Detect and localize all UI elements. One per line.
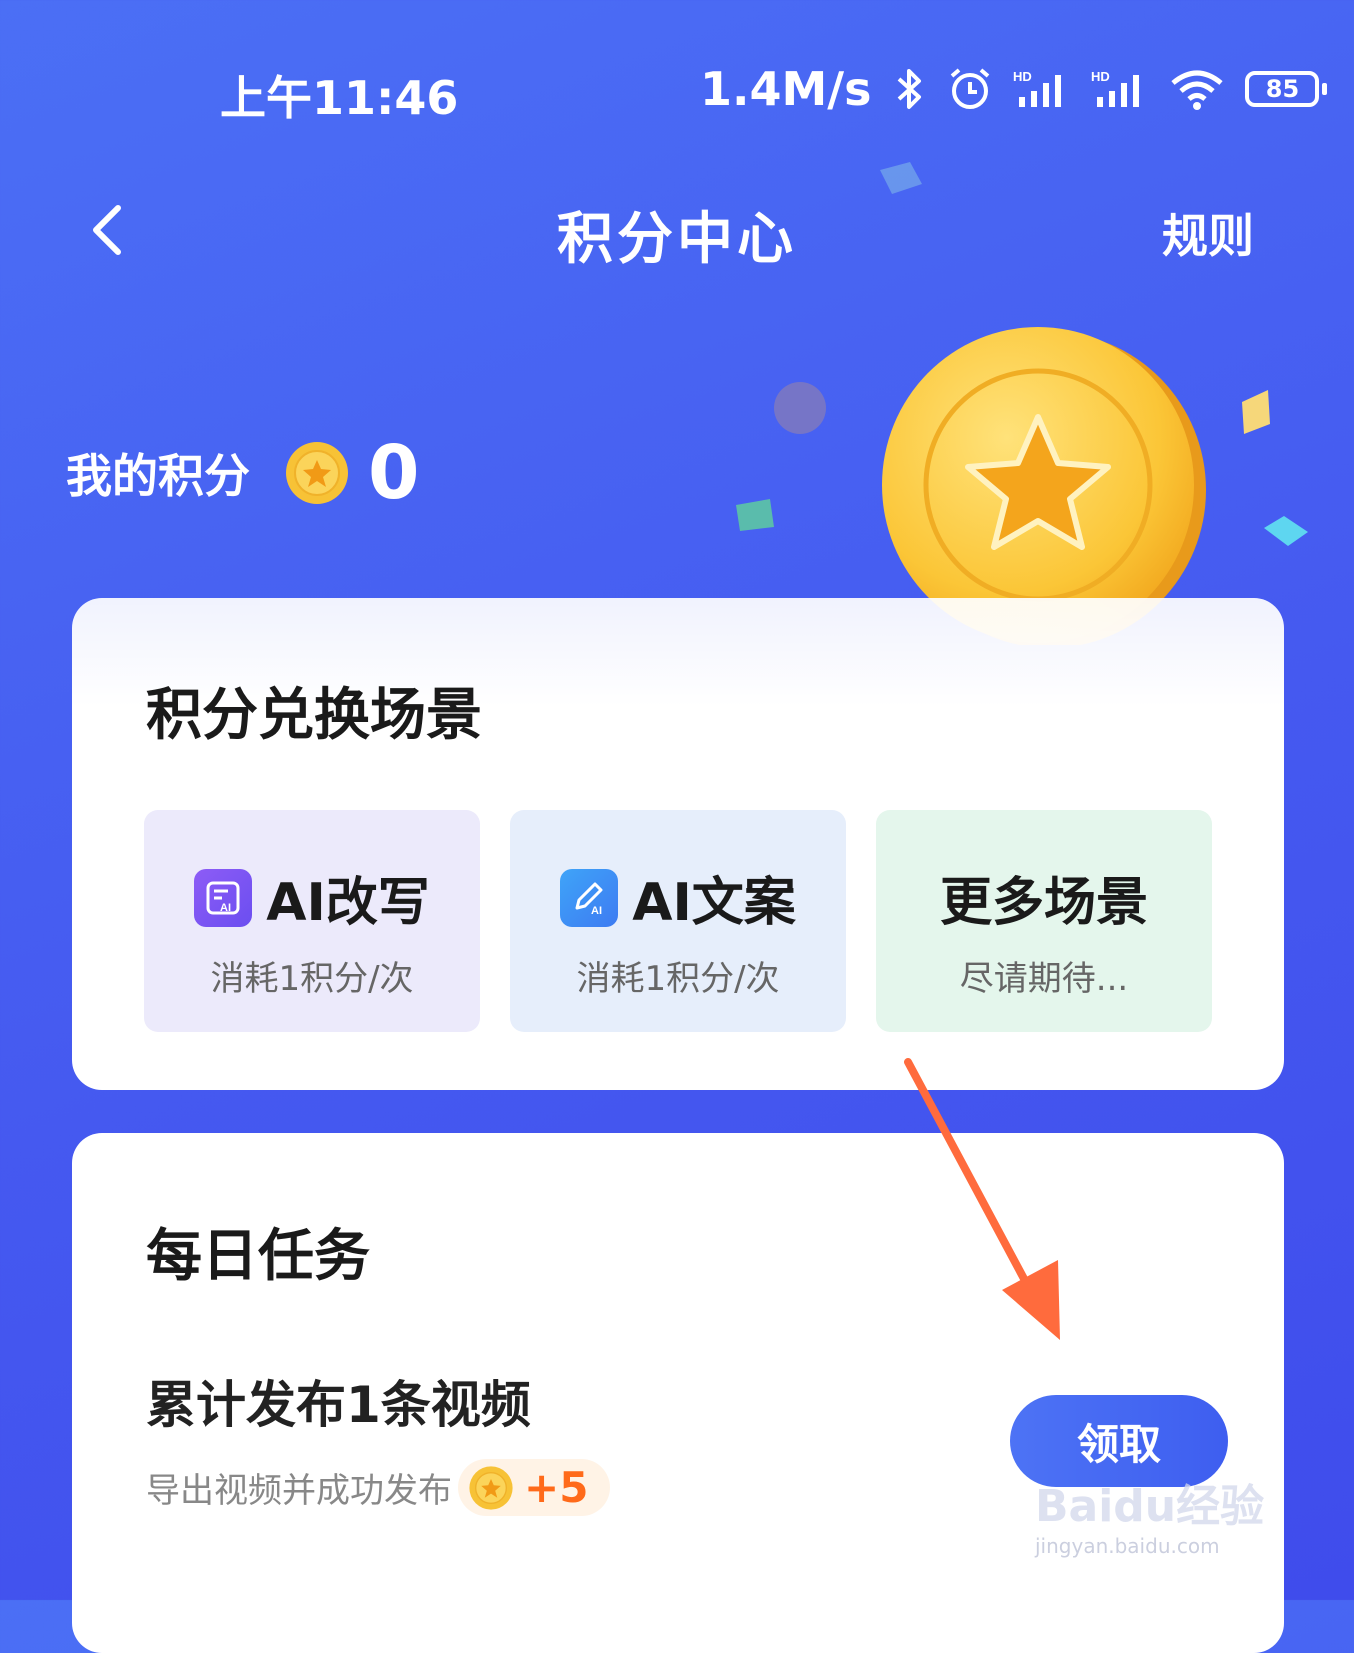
scene-name: AI文案 — [632, 873, 796, 933]
exchange-title: 积分兑换场景 — [146, 683, 482, 748]
tasks-title: 每日任务 — [146, 1224, 370, 1289]
confetti-decoration — [736, 499, 774, 531]
bluetooth-icon — [898, 69, 922, 109]
confetti-decoration — [1242, 390, 1270, 434]
scene-list: AI AI改写 消耗1积分/次 AI AI文案 消耗1积分/次 更多场景 尽请期… — [144, 810, 1212, 1032]
daily-tasks-card: 每日任务 累计发布1条视频 导出视频并成功发布 +5 领取 — [72, 1133, 1284, 1653]
status-icons: 1.4M/s HD HD 85 — [700, 62, 1328, 116]
scene-ai-copywriting[interactable]: AI AI文案 消耗1积分/次 — [510, 810, 846, 1032]
task-desc: 导出视频并成功发布 — [146, 1471, 452, 1511]
watermark-brand: Baidu经验 — [1035, 1481, 1265, 1532]
annotation-arrow — [904, 1058, 1060, 1340]
svg-text:AI: AI — [591, 905, 602, 917]
scene-cost: 消耗1积分/次 — [576, 959, 780, 999]
reward-badge: +5 — [458, 1459, 611, 1516]
page-title: 积分中心 — [557, 207, 797, 272]
ai-rewrite-icon: AI — [194, 868, 253, 927]
scene-header: AI AI改写 — [194, 860, 430, 935]
scene-more[interactable]: 更多场景 尽请期待... — [876, 810, 1212, 1032]
network-speed: 1.4M/s — [700, 62, 872, 116]
scene-ai-rewrite[interactable]: AI AI改写 消耗1积分/次 — [144, 810, 480, 1032]
big-coin-illustration — [882, 327, 1206, 645]
scene-coming-soon: 尽请期待... — [959, 959, 1129, 999]
scene-cost: 消耗1积分/次 — [210, 959, 414, 999]
confetti-decoration — [880, 162, 922, 194]
points-value: 0 — [368, 430, 420, 516]
my-points: 我的积分 0 — [66, 430, 420, 516]
hd-signal-icon: HD — [1013, 69, 1062, 107]
exchange-card: 积分兑换场景 AI AI改写 消耗1积分/次 AI AI文案 消耗1积分/次 更… — [72, 598, 1284, 1090]
status-time: 上午11:46 — [220, 71, 459, 125]
coin-star-icon — [286, 442, 348, 504]
scene-header: AI AI文案 — [560, 860, 796, 935]
scene-name: 更多场景 — [939, 873, 1148, 933]
svg-text:HD: HD — [1091, 69, 1110, 84]
rules-link[interactable]: 规则 — [1162, 200, 1254, 266]
battery-cap — [1322, 83, 1328, 95]
battery-icon: 85 — [1245, 71, 1328, 107]
confetti-decoration — [774, 382, 826, 434]
confetti-decoration — [1264, 516, 1308, 546]
hd-signal-icon: HD — [1091, 69, 1140, 107]
status-bar: 上午11:46 1.4M/s HD HD 85 — [0, 0, 1354, 180]
wifi-icon — [1171, 70, 1224, 110]
task-name: 累计发布1条视频 — [146, 1376, 531, 1434]
watermark-url: jingyan.baidu.com — [1035, 1534, 1220, 1558]
battery-level: 85 — [1245, 71, 1320, 107]
task-desc-row: 导出视频并成功发布 +5 — [146, 1459, 611, 1516]
alarm-icon — [951, 68, 990, 109]
ai-copywriting-icon: AI — [560, 868, 619, 927]
watermark: Baidu经验 jingyan.baidu.com — [1035, 1470, 1264, 1558]
scene-header: 更多场景 — [940, 860, 1148, 935]
svg-text:HD: HD — [1013, 69, 1032, 84]
svg-text:AI: AI — [220, 902, 231, 914]
coin-star-icon — [469, 1465, 513, 1510]
scene-name: AI改写 — [266, 873, 430, 933]
points-label: 我的积分 — [66, 449, 250, 503]
nav-bar: 积分中心 规则 — [0, 190, 1354, 272]
reward-value: +5 — [524, 1463, 589, 1512]
